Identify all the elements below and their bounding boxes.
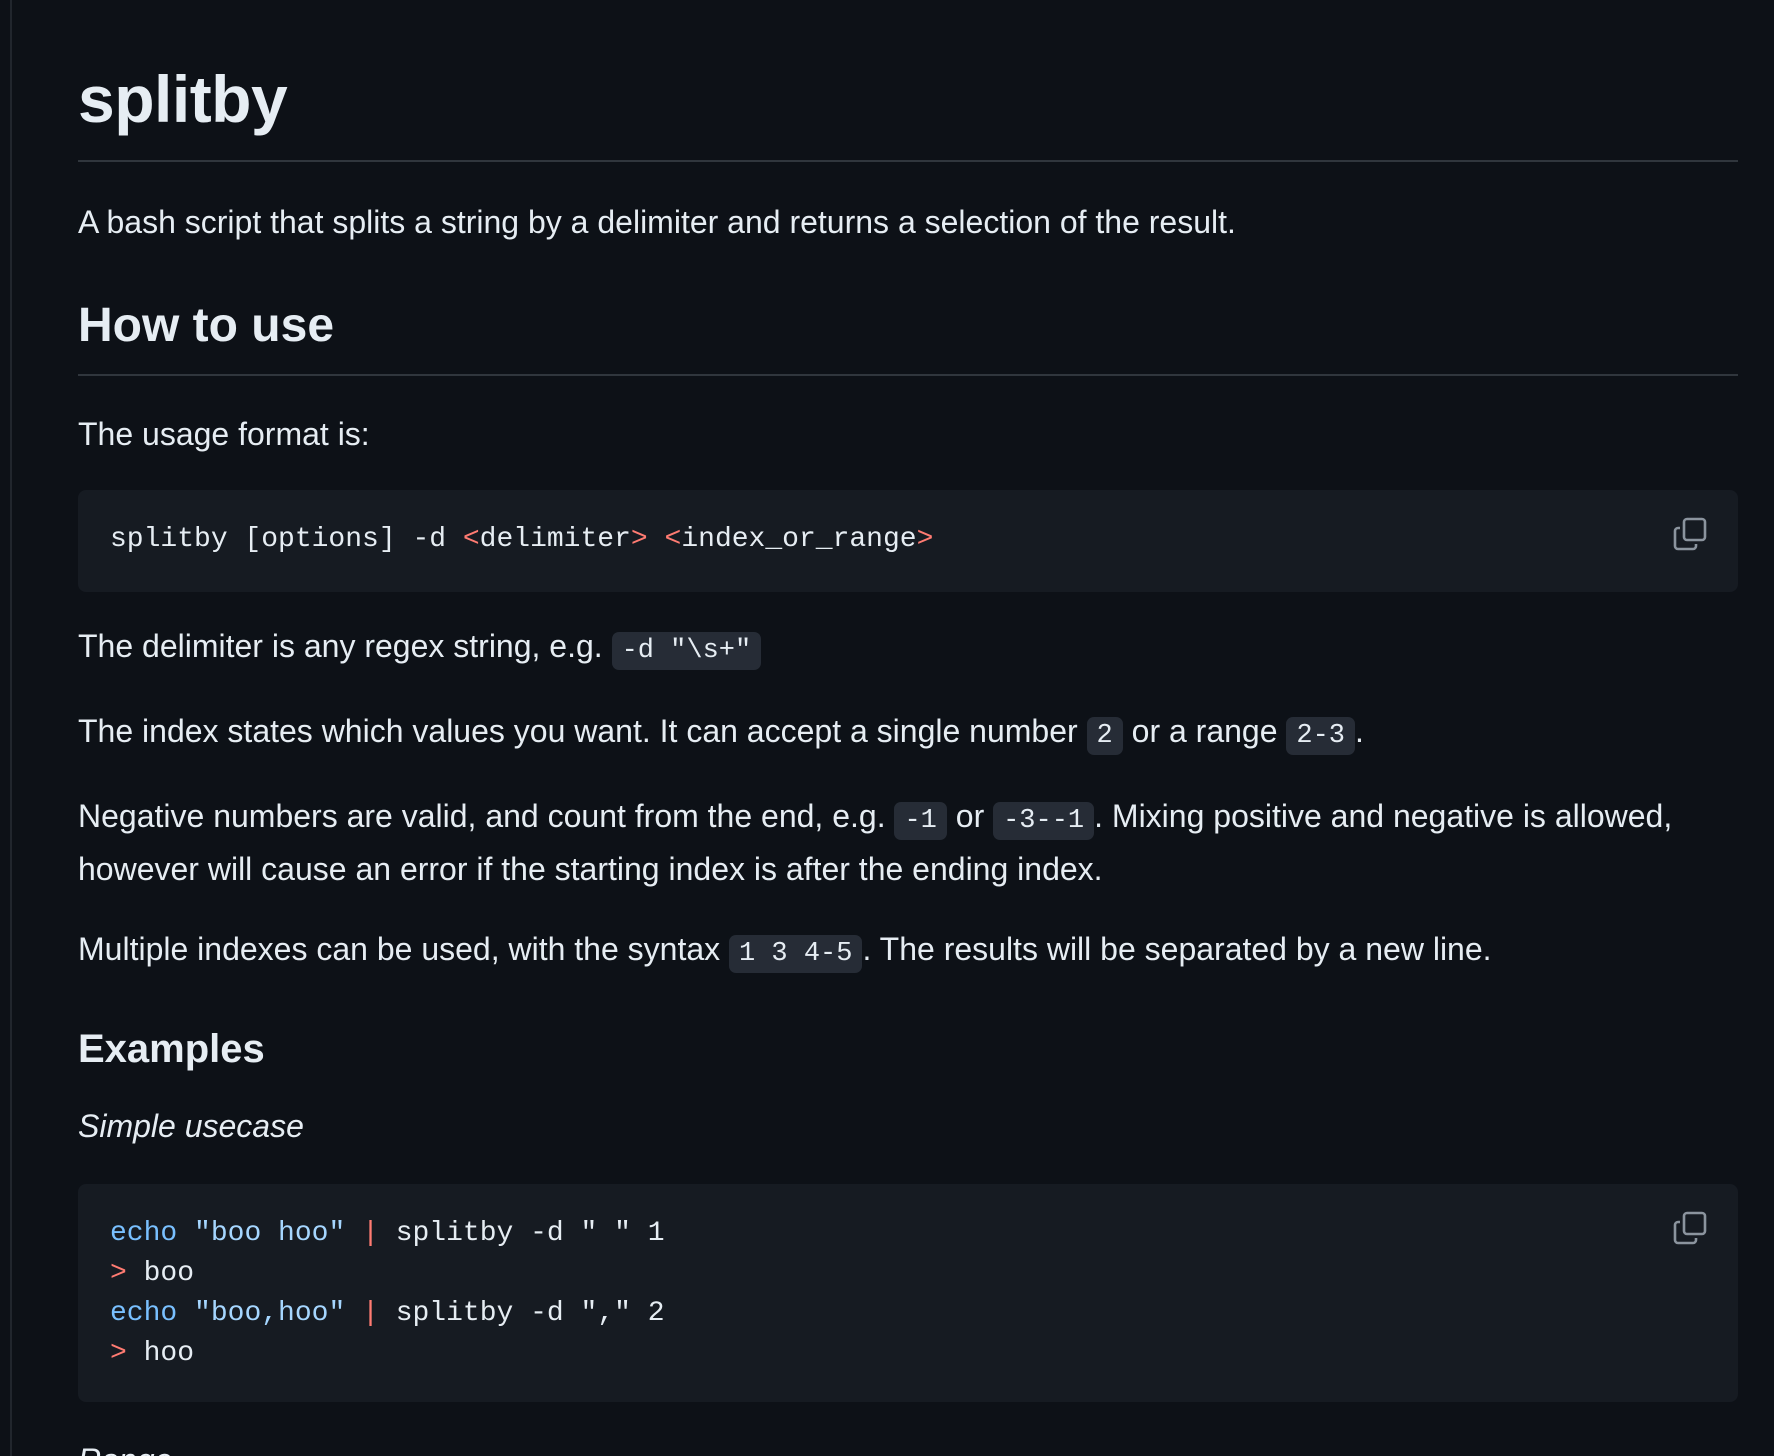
copy-icon [1673, 517, 1707, 551]
code-token: | [362, 1218, 379, 1249]
index-paragraph: The index states which values you want. … [78, 707, 1738, 760]
delimiter-paragraph: The delimiter is any regex string, e.g. … [78, 622, 1738, 675]
code-token: index_or_range [681, 524, 917, 555]
copy-button[interactable] [1672, 1210, 1708, 1246]
delimiter-text: The delimiter is any regex string, e.g. [78, 628, 612, 664]
inline-code: 1 3 4-5 [729, 935, 863, 973]
code-token: boo [126, 1258, 195, 1289]
multi-text: Multiple indexes can be used, with the s… [78, 931, 730, 967]
code-line: > hoo [110, 1334, 1706, 1374]
code-token: "boo hoo" [194, 1218, 346, 1249]
code-line: > boo [110, 1254, 1706, 1294]
code-token: echo [110, 1218, 178, 1249]
code-token: "boo,hoo" [194, 1298, 346, 1329]
heading-how-to-use: How to use [78, 296, 1738, 376]
negative-text: or [946, 798, 994, 834]
code-token: splitby -d "," 2 [378, 1298, 665, 1329]
negative-paragraph: Negative numbers are valid, and count fr… [78, 792, 1738, 893]
readme-content: splitby A bash script that splits a stri… [78, 0, 1738, 1456]
code-token: echo [110, 1298, 178, 1329]
copy-button[interactable] [1672, 516, 1708, 552]
range-label: Range [78, 1436, 1738, 1456]
multi-text: . The results will be separated by a new… [862, 931, 1492, 967]
negative-text: Negative numbers are valid, and count fr… [78, 798, 895, 834]
inline-code: -3--1 [993, 802, 1095, 840]
inline-code: 2-3 [1286, 717, 1356, 755]
copy-icon [1673, 1211, 1707, 1245]
inline-code: -d "\s+" [611, 632, 762, 670]
code-token: splitby -d " " 1 [378, 1218, 665, 1249]
code-token: > [110, 1258, 127, 1289]
code-token: hoo [126, 1338, 195, 1369]
code-token: > [110, 1338, 127, 1369]
code-line: echo "boo,hoo" | splitby -d "," 2 [110, 1294, 1706, 1334]
code-token: delimiter [479, 524, 631, 555]
code-token: | [362, 1298, 379, 1329]
code-token: < [664, 524, 682, 555]
code-token: splitby [options] -d [110, 524, 463, 555]
index-text: . [1355, 713, 1364, 749]
simple-usecase-label: Simple usecase [78, 1108, 304, 1144]
page-title: splitby [78, 0, 1738, 162]
examples-code-block: echo "boo hoo" | splitby -d " " 1 > boo ec… [78, 1184, 1738, 1402]
usage-intro: The usage format is: [78, 416, 370, 452]
usage-code-block: splitby [options] -d <delimiter> <index_… [78, 490, 1738, 592]
code-token: > [630, 524, 648, 555]
code-line: echo "boo hoo" | splitby -d " " 1 [110, 1214, 1706, 1254]
left-border [0, 0, 12, 1456]
multi-paragraph: Multiple indexes can be used, with the s… [78, 925, 1738, 978]
description: A bash script that splits a string by a … [78, 204, 1236, 240]
index-text: or a range [1122, 713, 1287, 749]
code-token: < [462, 524, 480, 555]
code-token: > [916, 524, 934, 555]
inline-code: -1 [894, 802, 947, 840]
index-text: The index states which values you want. … [78, 713, 1087, 749]
heading-examples: Examples [78, 1027, 265, 1071]
inline-code: 2 [1086, 717, 1123, 755]
